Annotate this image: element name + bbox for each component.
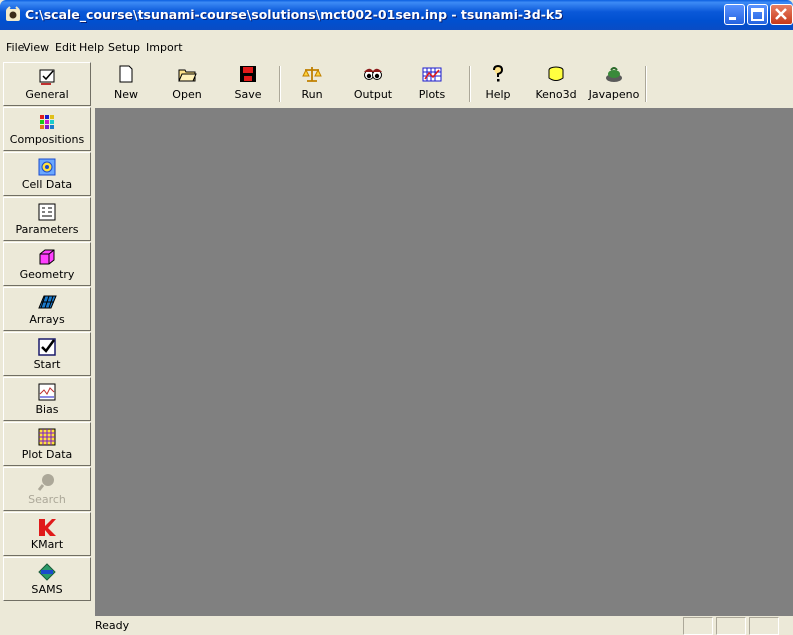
workspace-area[interactable]	[95, 108, 793, 616]
help-icon	[493, 64, 504, 82]
title-bar[interactable]: C:\scale_course\tsunami-course\solutions…	[0, 0, 793, 30]
window-title: C:\scale_course\tsunami-course\solutions…	[25, 7, 563, 22]
sidebar-item-parameters[interactable]: Parameters	[3, 197, 91, 241]
sidebar-item-kmart[interactable]: KMart	[3, 512, 91, 556]
plots-grid-icon	[422, 67, 442, 82]
output-eyes-icon	[364, 68, 382, 80]
parameters-icon	[38, 203, 56, 221]
menu-bar: File View Edit Help Setup Import	[0, 30, 793, 60]
menu-edit[interactable]: Edit	[55, 41, 76, 54]
kmart-logo-icon	[39, 519, 56, 536]
plots-button[interactable]: Plots	[403, 60, 461, 106]
status-pane	[683, 617, 713, 635]
save-button[interactable]: Save	[219, 60, 277, 106]
sidebar-item-compositions[interactable]: Compositions	[3, 107, 91, 151]
sidebar-item-arrays[interactable]: Arrays	[3, 287, 91, 331]
sidebar-item-general[interactable]: General	[3, 62, 91, 106]
javapeno-button[interactable]: Javapeno	[585, 60, 643, 106]
menu-setup[interactable]: Setup	[108, 41, 140, 54]
run-scales-icon	[302, 67, 322, 82]
duke-icon[interactable]	[4, 6, 22, 24]
sidebar-item-sams[interactable]: SAMS	[3, 557, 91, 601]
menu-view[interactable]: View	[23, 41, 49, 54]
compositions-icon	[40, 115, 54, 129]
sidebar-item-plot-data[interactable]: Plot Data	[3, 422, 91, 466]
bias-chart-icon	[38, 383, 56, 401]
sidebar-item-bias[interactable]: Bias	[3, 377, 91, 421]
start-checkbox-icon	[38, 338, 56, 356]
open-folder-icon	[178, 69, 197, 82]
sidebar-item-search[interactable]: Search	[3, 467, 91, 511]
output-button[interactable]: Output	[344, 60, 402, 106]
javapeno-icon	[606, 67, 622, 82]
status-pane	[749, 617, 779, 635]
sidebar-item-cell-data[interactable]: Cell Data	[3, 152, 91, 196]
maximize-button[interactable]	[747, 4, 768, 25]
run-button[interactable]: Run	[283, 60, 341, 106]
save-disk-icon	[240, 66, 256, 82]
maximize-icon	[751, 8, 764, 21]
menu-import[interactable]: Import	[146, 41, 183, 54]
cell-data-icon	[38, 158, 56, 176]
toolbar: New Open Save Run Output Plots Help Keno…	[95, 60, 793, 108]
toolbar-separator	[645, 66, 647, 102]
toolbar-separator	[279, 66, 281, 102]
help-button[interactable]: Help	[469, 60, 527, 106]
menu-file[interactable]: File	[6, 41, 24, 54]
search-icon	[37, 474, 54, 491]
keno3d-button[interactable]: Keno3d	[527, 60, 585, 106]
close-button[interactable]	[770, 4, 793, 25]
new-document-icon	[119, 65, 133, 83]
new-button[interactable]: New	[97, 60, 155, 106]
status-text: Ready	[95, 619, 130, 632]
keno3d-icon	[548, 66, 564, 81]
arrays-icon	[38, 295, 57, 309]
open-button[interactable]: Open	[158, 60, 216, 106]
geometry-cube-icon	[39, 249, 55, 265]
status-bar: Ready	[0, 616, 793, 635]
sidebar-item-geometry[interactable]: Geometry	[3, 242, 91, 286]
general-icon	[39, 69, 55, 85]
minimize-button[interactable]	[724, 4, 745, 25]
sams-logo-icon	[38, 563, 56, 581]
sidebar-item-start[interactable]: Start	[3, 332, 91, 376]
plot-data-icon	[38, 428, 56, 446]
sidebar: General Compositions Cell Data Parameter…	[0, 60, 95, 616]
status-pane	[716, 617, 746, 635]
close-icon	[775, 8, 787, 20]
minimize-icon	[729, 17, 736, 20]
menu-help[interactable]: Help	[79, 41, 104, 54]
